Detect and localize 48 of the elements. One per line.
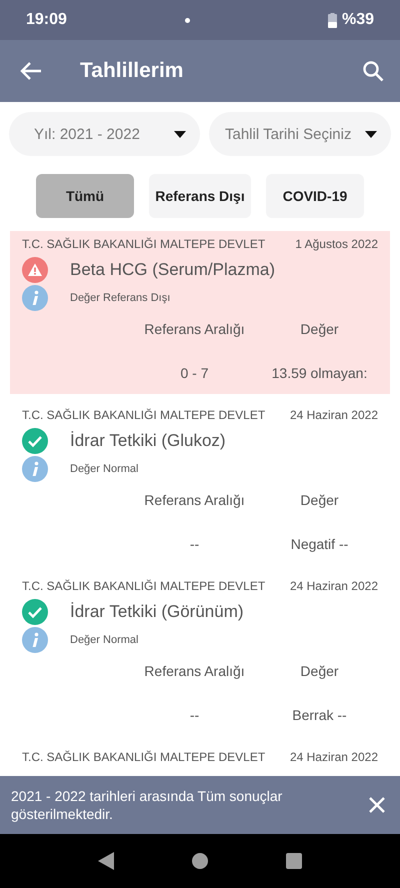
- close-button[interactable]: [368, 796, 386, 814]
- hospital-name: T.C. SAĞLIK BAKANLIĞI MALTEPE DEVLET: [22, 237, 266, 251]
- dropdown[interactable]: Yıl: 2021 - 2022: [9, 112, 200, 156]
- notification-dot-icon: [184, 18, 190, 22]
- snackbar-message: 2021 - 2022 tarihleri arasında Tüm sonuçlar gösterilmektedir.: [11, 787, 284, 823]
- search-icon: [362, 60, 384, 82]
- column-header: Referans Aralığı: [143, 321, 246, 337]
- filter-tab[interactable]: Referans Dışı: [149, 174, 251, 218]
- result-card[interactable]: T.C. SAĞLIK BAKANLIĞI MALTEPE DEVLET 1 Ağustos 2022 Beta HCG (Serum/Plazma) Değer Referans Dışı Referans Aralığı Değer 0 - 7 13.59 olmayan:: [10, 231, 390, 394]
- result-date: 24 Haziran 2022: [290, 408, 378, 422]
- result-value: 13.59 olmayan:: [270, 365, 368, 381]
- reference-range: --: [188, 707, 200, 723]
- filter-tab[interactable]: COVID-19: [266, 174, 364, 218]
- column-header: Değer: [299, 492, 340, 508]
- result-status: Değer Normal: [70, 463, 138, 475]
- result-date: 24 Haziran 2022: [290, 579, 378, 593]
- result-value: Berrak --: [291, 707, 348, 723]
- column-header: Değer: [299, 663, 340, 679]
- result-value: Negatif --: [290, 536, 350, 552]
- hospital-name: T.C. SAĞLIK BAKANLIĞI MALTEPE DEVLET: [22, 579, 266, 593]
- clock: 19:09: [26, 11, 67, 29]
- reference-range: 0 - 7: [179, 365, 210, 381]
- back-arrow-icon: [20, 61, 42, 81]
- test-name: Beta HCG (Serum/Plazma): [70, 260, 275, 280]
- back-nav-icon[interactable]: [98, 852, 114, 870]
- result-status: Değer Referans Dışı: [70, 292, 170, 304]
- hospital-name: T.C. SAĞLIK BAKANLIĞI MALTEPE DEVLET: [22, 750, 266, 764]
- search-button[interactable]: [362, 60, 384, 82]
- column-header: Değer: [299, 321, 340, 337]
- caret-icon: [174, 130, 186, 138]
- close-icon: [368, 796, 386, 814]
- test-name: İdrar Tetkiki (Glukoz): [70, 431, 226, 451]
- result-date: 24 Haziran 2022: [290, 750, 378, 764]
- reference-range: --: [188, 536, 200, 552]
- caret-icon: [365, 130, 377, 138]
- home-nav-icon[interactable]: [192, 853, 208, 869]
- column-header: Referans Aralığı: [143, 663, 246, 679]
- back-button[interactable]: [20, 61, 42, 81]
- filter-tab[interactable]: Tümü: [36, 174, 134, 218]
- column-header: Referans Aralığı: [143, 492, 246, 508]
- battery-level: %39: [342, 11, 374, 29]
- result-status: Değer Normal: [70, 634, 138, 646]
- result-date: 1 Ağustos 2022: [295, 237, 378, 251]
- test-name: İdrar Tetkiki (Görünüm): [70, 602, 244, 622]
- dropdown[interactable]: Tahlil Tarihi Seçiniz: [209, 112, 391, 156]
- hospital-name: T.C. SAĞLIK BAKANLIĞI MALTEPE DEVLET: [22, 408, 266, 422]
- screen-title: Tahlillerim: [80, 59, 184, 83]
- battery-icon: [328, 12, 337, 28]
